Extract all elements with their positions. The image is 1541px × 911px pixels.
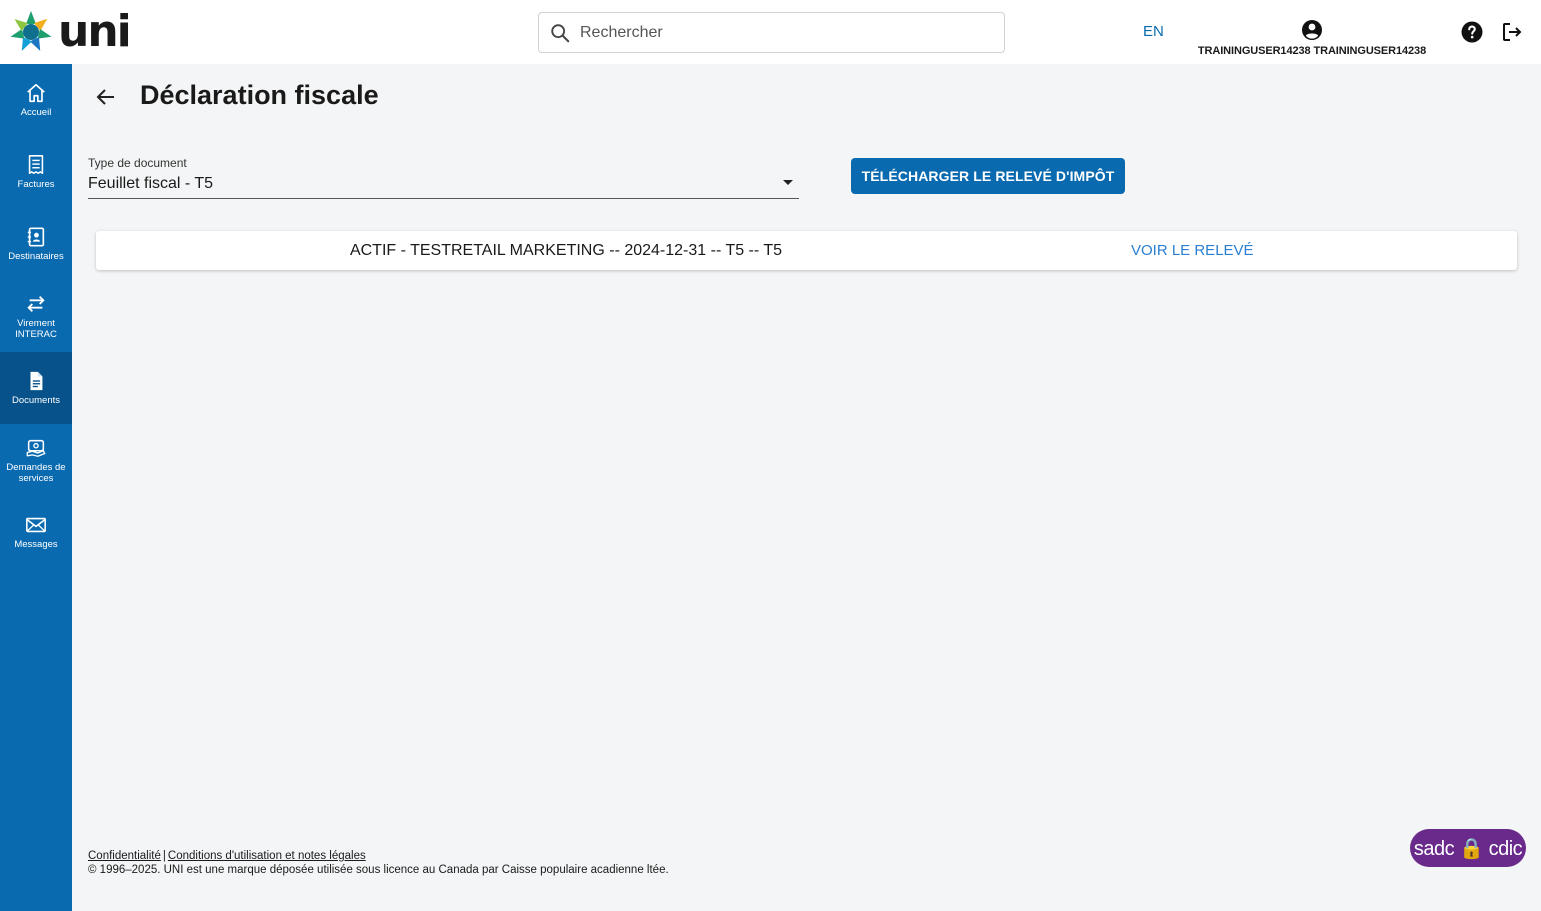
sidebar-item-documents[interactable]: Documents	[0, 352, 72, 424]
uni-logo[interactable]: UNI	[8, 6, 132, 57]
search-box[interactable]	[538, 12, 1005, 53]
sidebar-item-label: Messages	[14, 539, 58, 550]
logout-icon[interactable]	[1500, 20, 1524, 44]
search-icon	[551, 23, 570, 42]
view-statement-link[interactable]: VOIR LE RELEVÉ	[1131, 242, 1254, 259]
download-tax-statement-button[interactable]: TÉLÉCHARGER LE RELEVÉ D'IMPÔT	[851, 158, 1125, 194]
sidebar-item-label: Documents	[11, 395, 61, 406]
logo-wordmark: UNI	[58, 6, 132, 57]
sidebar-item-label: Accueil	[20, 107, 52, 118]
sidebar-item-label: Destinataires	[8, 251, 64, 262]
service-request-icon	[26, 439, 46, 457]
contacts-book-icon	[27, 227, 45, 247]
sidebar-item-accueil[interactable]: Accueil	[0, 64, 72, 136]
cdic-badge[interactable]: sadc 🔒 cdic	[1410, 829, 1526, 867]
dropdown-caret-icon	[783, 180, 793, 185]
footer: Confidentialité | Conditions d'utilisation…	[88, 849, 669, 877]
document-type-value: Feuillet fiscal - T5	[88, 175, 214, 192]
terms-link[interactable]: Conditions d'utilisation et notes légale…	[168, 850, 366, 862]
user-profile[interactable]: TRAININGUSER14238 TRAININGUSER14238	[1190, 18, 1434, 57]
sidebar-item-label: Virement INTERAC	[15, 317, 57, 340]
account-circle-icon	[1302, 20, 1322, 40]
search-input[interactable]	[580, 23, 980, 42]
sidebar-item-destinataires[interactable]: Destinataires	[0, 208, 72, 280]
sidebar-item-virement-interac[interactable]: Virement INTERAC	[0, 280, 72, 352]
page-title: Déclaration fiscale	[140, 80, 379, 110]
star-logo-icon	[10, 11, 52, 51]
sidebar-item-factures[interactable]: Factures	[0, 136, 72, 208]
home-icon	[27, 83, 45, 103]
document-type-select[interactable]: Type de document Feuillet fiscal - T5	[88, 156, 799, 199]
statement-row: ACTIF - TESTRETAIL MARKETING -- 2024-12-…	[96, 231, 1517, 270]
envelope-icon	[26, 517, 46, 533]
document-icon	[30, 371, 43, 391]
footer-separator: |	[162, 850, 166, 862]
transfer-arrows-icon	[27, 295, 45, 312]
copyright-text: © 1996–2025. UNI est une marque déposée …	[88, 864, 669, 876]
document-type-label: Type de document	[88, 156, 187, 170]
sidebar-item-demandes-services[interactable]: Demandes de services	[0, 424, 72, 496]
receipt-icon	[28, 155, 44, 175]
language-toggle[interactable]: EN	[1143, 23, 1164, 40]
sidebar-item-messages[interactable]: Messages	[0, 496, 72, 568]
sidebar-nav: Accueil Factures Destinataires Virement …	[0, 64, 72, 911]
statement-description: ACTIF - TESTRETAIL MARKETING -- 2024-12-…	[349, 242, 783, 259]
sidebar-item-label: Factures	[17, 179, 55, 190]
help-icon[interactable]	[1460, 20, 1484, 44]
back-arrow-icon[interactable]	[94, 85, 118, 109]
privacy-link[interactable]: Confidentialité	[88, 850, 161, 862]
user-name: TRAININGUSER14238 TRAININGUSER14238	[1197, 45, 1427, 57]
top-header: UNI EN TRAININGUSER14238 TRAININGUSER142…	[0, 0, 1541, 64]
sidebar-item-label: Demandes de services	[6, 461, 66, 484]
